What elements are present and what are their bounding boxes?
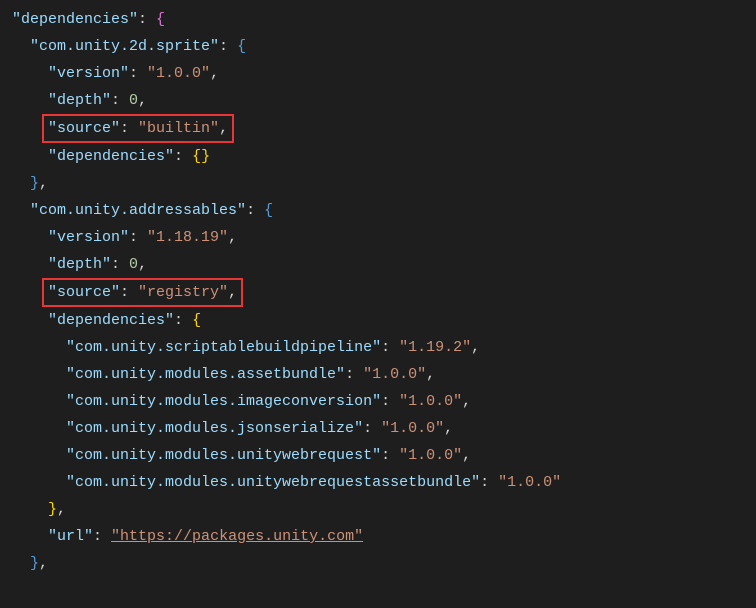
code-line: "source": "registry", — [0, 278, 756, 307]
json-number: 0 — [129, 256, 138, 273]
json-key: "dependencies" — [48, 148, 174, 165]
code-line: "com.unity.modules.assetbundle": "1.0.0"… — [0, 361, 756, 388]
code-line: "com.unity.modules.unitywebrequest": "1.… — [0, 442, 756, 469]
code-line: }, — [0, 496, 756, 523]
json-string: "1.18.19" — [147, 229, 228, 246]
code-line: "com.unity.modules.unitywebrequestassetb… — [0, 469, 756, 496]
json-key: "source" — [48, 120, 120, 137]
json-string: "1.19.2" — [399, 339, 471, 356]
json-key: "source" — [48, 284, 120, 301]
json-key: "depth" — [48, 92, 111, 109]
json-string: "1.0.0" — [498, 474, 561, 491]
json-key: "version" — [48, 65, 129, 82]
code-line: "source": "builtin", — [0, 114, 756, 143]
code-line: "url": "https://packages.unity.com" — [0, 523, 756, 550]
json-string: "registry" — [138, 284, 228, 301]
code-line: "com.unity.2d.sprite": { — [0, 33, 756, 60]
code-line: "com.unity.modules.imageconversion": "1.… — [0, 388, 756, 415]
json-number: 0 — [129, 92, 138, 109]
code-line: "dependencies": { — [0, 307, 756, 334]
json-key: "dependencies" — [48, 312, 174, 329]
json-key: "depth" — [48, 256, 111, 273]
json-string: "1.0.0" — [363, 366, 426, 383]
json-key: "com.unity.addressables" — [30, 202, 246, 219]
json-key: "com.unity.modules.unitywebrequest" — [66, 447, 381, 464]
json-string: "1.0.0" — [399, 393, 462, 410]
highlighted-source: "source": "registry", — [42, 278, 243, 307]
code-line: "depth": 0, — [0, 87, 756, 114]
code-line: "depth": 0, — [0, 251, 756, 278]
code-line: "version": "1.18.19", — [0, 224, 756, 251]
json-key: "com.unity.modules.imageconversion" — [66, 393, 381, 410]
highlighted-source: "source": "builtin", — [42, 114, 234, 143]
code-line: "dependencies": {} — [0, 143, 756, 170]
code-line: }, — [0, 550, 756, 577]
json-string: "1.0.0" — [147, 65, 210, 82]
code-line: "version": "1.0.0", — [0, 60, 756, 87]
json-key: "com.unity.modules.jsonserialize" — [66, 420, 363, 437]
code-line: "com.unity.addressables": { — [0, 197, 756, 224]
json-url: "https://packages.unity.com" — [111, 528, 363, 545]
code-line: }, — [0, 170, 756, 197]
json-string: "1.0.0" — [399, 447, 462, 464]
json-key: "com.unity.modules.assetbundle" — [66, 366, 345, 383]
json-key: "url" — [48, 528, 93, 545]
json-string: "builtin" — [138, 120, 219, 137]
code-line: "com.unity.scriptablebuildpipeline": "1.… — [0, 334, 756, 361]
json-key: "com.unity.2d.sprite" — [30, 38, 219, 55]
json-key: "dependencies" — [12, 11, 138, 28]
json-key: "version" — [48, 229, 129, 246]
code-line: "dependencies": { — [0, 6, 756, 33]
json-string: "1.0.0" — [381, 420, 444, 437]
code-line: "com.unity.modules.jsonserialize": "1.0.… — [0, 415, 756, 442]
json-key: "com.unity.modules.unitywebrequestassetb… — [66, 474, 480, 491]
code-editor[interactable]: "dependencies": { "com.unity.2d.sprite":… — [0, 6, 756, 577]
json-key: "com.unity.scriptablebuildpipeline" — [66, 339, 381, 356]
